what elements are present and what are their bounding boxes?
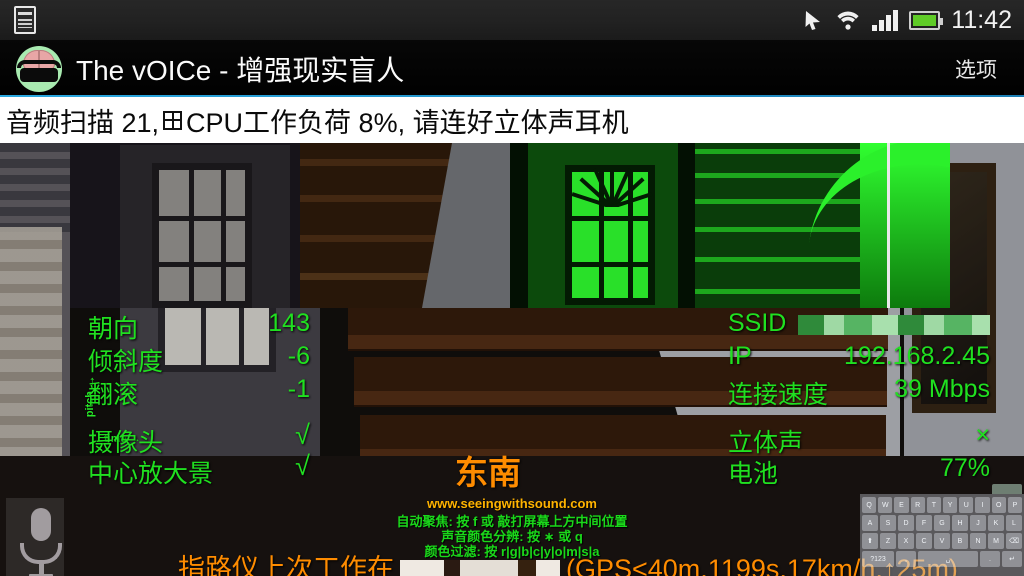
hud-linkspeed-value: 39 Mbps bbox=[894, 375, 990, 403]
status-bar-clock: 11:42 bbox=[951, 5, 1012, 34]
keyboard-key-s[interactable]: S bbox=[880, 515, 896, 531]
camera-preview-panel bbox=[70, 143, 510, 308]
keyboard-key-r[interactable]: R bbox=[910, 497, 925, 513]
scan-line bbox=[887, 143, 890, 308]
keyboard-key-,[interactable]: , bbox=[896, 551, 916, 567]
keyboard-row-4: ?123, ␣. ↵ bbox=[862, 551, 1022, 567]
keyboard-key-p[interactable]: P bbox=[1007, 497, 1023, 513]
preview-panels bbox=[70, 143, 950, 308]
options-menu-button[interactable]: 选项 bbox=[955, 54, 997, 84]
hud-left-label-2: 翻滚 bbox=[88, 381, 139, 409]
status-info-bar: 音频扫描 21, CPU工作负荷 8%, 请连好立体声耳机 bbox=[0, 97, 1024, 143]
keyboard-key-␣[interactable]: ␣ bbox=[918, 551, 978, 567]
hud-centerzoom-label: 中心放大景 bbox=[88, 460, 214, 488]
keyboard-key-?123[interactable]: ?123 bbox=[862, 551, 894, 567]
keyboard-key-q[interactable]: Q bbox=[861, 497, 877, 513]
hud-ssid-label: SSID bbox=[728, 309, 787, 337]
keyboard-key-g[interactable]: G bbox=[934, 515, 950, 531]
keyboard-key-z[interactable]: Z bbox=[880, 533, 896, 549]
gps-location-redacted bbox=[400, 560, 560, 576]
hud-left-value-1: -6 bbox=[287, 342, 310, 370]
wifi-icon bbox=[837, 11, 859, 30]
keyboard-key-b[interactable]: B bbox=[952, 533, 968, 549]
gps-status-line: 指路仪上次工作在 (GPS<40m,1199s,17km/h,↑25m) bbox=[178, 547, 958, 576]
keyboard-key-v[interactable]: V bbox=[934, 533, 950, 549]
app-screen: 11:42 The vOICe - 增强现实盲人 选项 音频扫描 21, CPU… bbox=[0, 0, 1024, 576]
keyboard-row-2: ASDFGHJKL bbox=[862, 515, 1022, 531]
keyboard-handle[interactable] bbox=[992, 484, 1022, 494]
keyboard-key-i[interactable]: I bbox=[975, 497, 990, 513]
keyboard-key-f[interactable]: F bbox=[916, 515, 932, 531]
microphone-icon[interactable] bbox=[20, 508, 62, 576]
hud-ip-value: 192.168.2.45 bbox=[844, 342, 990, 370]
keyboard-row-3: ⬆ Z X C V B N M ⌫ bbox=[862, 533, 1022, 549]
keyboard-key-⬆[interactable]: ⬆ bbox=[862, 533, 878, 549]
keyboard-key-u[interactable]: U bbox=[959, 497, 974, 513]
keyboard-key-w[interactable]: W bbox=[878, 497, 893, 513]
hud-left-label-1: 倾斜度 bbox=[88, 348, 164, 376]
keyboard-key-d[interactable]: D bbox=[898, 515, 914, 531]
status-info-text-before: 音频扫描 21, bbox=[6, 107, 160, 138]
keyboard-key-l[interactable]: L bbox=[1006, 515, 1022, 531]
sonification-preview-panel bbox=[510, 143, 950, 308]
hud-stereo-value: × bbox=[975, 421, 990, 449]
onscreen-keyboard[interactable]: QWERTYUIOP ASDFGHJKL ⬆ Z X C V B N M ⌫ ?123, ␣. ↵ bbox=[860, 484, 1024, 576]
hud-ip-label: IP bbox=[728, 342, 752, 370]
hud-battery-value: 77% bbox=[939, 454, 990, 482]
compass-direction: 东南 bbox=[455, 454, 521, 491]
app-logo-icon bbox=[16, 45, 62, 92]
hud-left-value-2: -1 bbox=[287, 375, 310, 403]
keyboard-row-1: QWERTYUIOP bbox=[861, 497, 1023, 513]
keyboard-key-e[interactable]: E bbox=[894, 497, 909, 513]
keyboard-key-n[interactable]: N bbox=[970, 533, 986, 549]
grid-icon bbox=[163, 110, 183, 130]
hud-left-value-0: 143 bbox=[268, 309, 310, 337]
hud-camera-value: √ bbox=[295, 420, 310, 450]
keyboard-key-j[interactable]: J bbox=[970, 515, 986, 531]
status-bar-system-icons: 11:42 bbox=[804, 6, 1012, 35]
signal-icon bbox=[872, 9, 899, 31]
keyboard-key-↵[interactable]: ↵ bbox=[1002, 551, 1022, 567]
keyboard-key-a[interactable]: A bbox=[862, 515, 878, 531]
android-status-bar: 11:42 bbox=[0, 0, 1024, 40]
keyboard-key-k[interactable]: K bbox=[988, 515, 1004, 531]
hud-ssid-value-redacted bbox=[798, 311, 990, 340]
keyboard-key-c[interactable]: C bbox=[916, 533, 932, 549]
cursor-icon bbox=[805, 11, 821, 30]
keyboard-key-x[interactable]: X bbox=[898, 533, 914, 549]
keyboard-key-t[interactable]: T bbox=[926, 497, 941, 513]
status-bar-notifications[interactable] bbox=[14, 6, 36, 34]
keyboard-key-⌫[interactable]: ⌫ bbox=[1006, 533, 1022, 549]
battery-icon bbox=[909, 10, 944, 30]
status-info-text-after: CPU工作负荷 8%, 请连好立体声耳机 bbox=[186, 107, 629, 138]
keyboard-key-h[interactable]: H bbox=[952, 515, 968, 531]
gps-prefix: 指路仪上次工作在 bbox=[178, 554, 394, 576]
hud-centerzoom-value: √ bbox=[295, 451, 310, 481]
keyboard-key-o[interactable]: O bbox=[991, 497, 1006, 513]
notification-icon[interactable] bbox=[14, 6, 36, 34]
keyboard-key-m[interactable]: M bbox=[988, 533, 1004, 549]
app-title-bar: The vOICe - 增强现实盲人 选项 bbox=[0, 40, 1024, 97]
hud-left-label-0: 朝向 bbox=[88, 315, 139, 343]
keyboard-key-.[interactable]: . bbox=[980, 551, 1000, 567]
keyboard-key-y[interactable]: Y bbox=[943, 497, 958, 513]
page-title: The vOICe - 增强现实盲人 bbox=[76, 54, 405, 86]
